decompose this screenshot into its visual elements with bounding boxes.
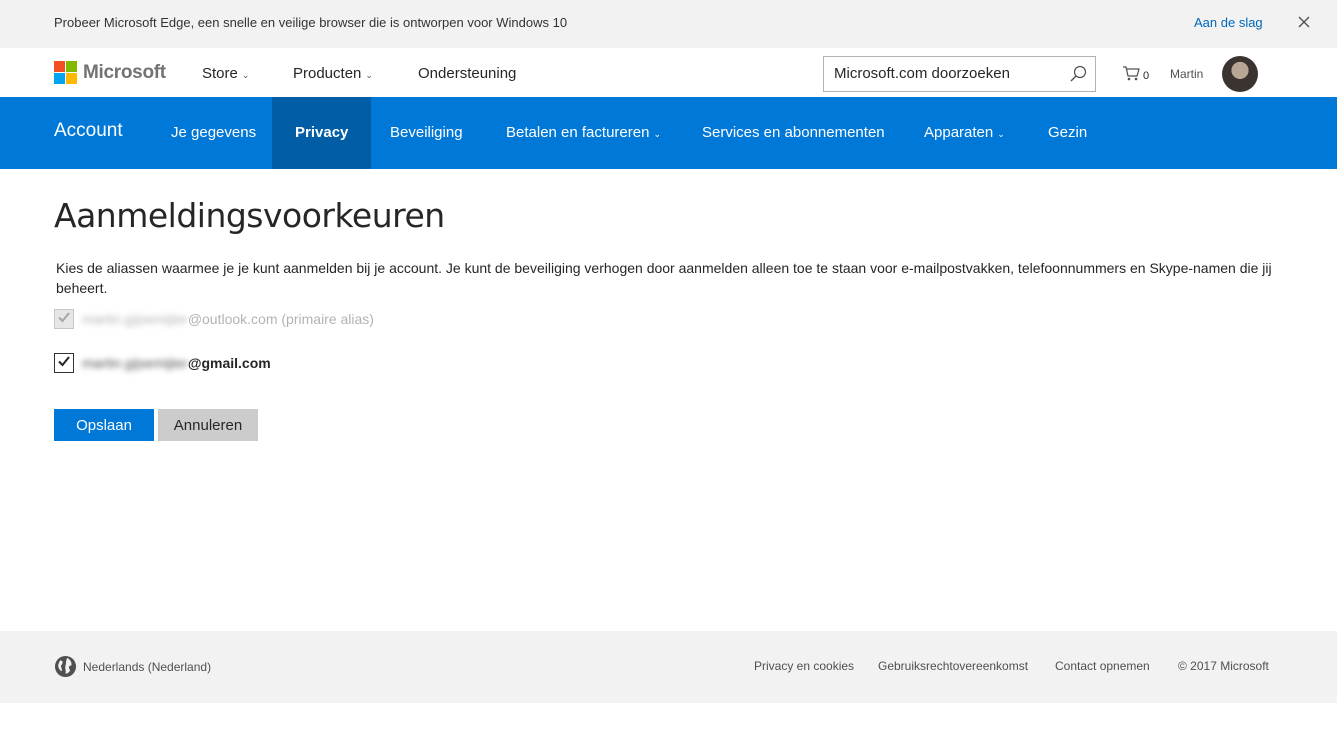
search-icon[interactable] — [1069, 65, 1087, 83]
brand-name: Microsoft — [83, 61, 166, 83]
footer-link-terms[interactable]: Gebruiksrechtovereenkomst — [878, 659, 1028, 673]
alias-label-primary: martin.gijsemijter@outlook.com (primaire… — [82, 311, 374, 327]
search-box — [823, 56, 1096, 92]
user-name[interactable]: Martin — [1170, 67, 1203, 81]
nav-store[interactable]: Store ⌄ — [202, 65, 249, 82]
checkmark-icon — [57, 310, 71, 329]
alias-row-gmail: martin.gijsemijter@gmail.com — [54, 353, 271, 373]
alias-row-primary: martin.gijsemijter@outlook.com (primaire… — [54, 309, 374, 329]
cart-icon — [1122, 65, 1140, 86]
redacted-username: martin.gijsemijter — [82, 311, 188, 327]
microsoft-logo-icon — [54, 61, 77, 84]
chevron-down-icon: ⌄ — [365, 70, 373, 80]
account-title[interactable]: Account — [54, 120, 123, 142]
tab-payment-billing-label: Betalen en factureren — [506, 124, 650, 141]
edge-promo-banner: Probeer Microsoft Edge, een snelle en ve… — [0, 0, 1337, 48]
nav-products[interactable]: Producten ⌄ — [293, 65, 373, 82]
banner-text: Probeer Microsoft Edge, een snelle en ve… — [54, 15, 568, 30]
tab-security[interactable]: Beveiliging — [390, 97, 463, 169]
tab-devices-label: Apparaten — [924, 124, 994, 141]
copyright: © 2017 Microsoft — [1178, 659, 1269, 673]
microsoft-logo[interactable]: Microsoft — [54, 61, 166, 84]
tab-services-subscriptions[interactable]: Services en abonnementen — [702, 97, 885, 169]
checkmark-icon — [57, 354, 71, 373]
alias-checkbox-primary — [54, 309, 74, 329]
site-header: Microsoft Store ⌄ Producten ⌄ Ondersteunin… — [0, 48, 1337, 97]
locale-selector[interactable]: Nederlands (Nederland) — [54, 655, 211, 678]
search-input[interactable] — [834, 65, 1059, 82]
account-nav: Account Je gegevens Privacy Beveiliging … — [0, 97, 1337, 169]
page-description: Kies de aliassen waarmee je je kunt aanm… — [56, 260, 1272, 296]
locale-label: Nederlands (Nederland) — [83, 659, 212, 674]
alias-checkbox-gmail[interactable] — [54, 353, 74, 373]
avatar[interactable] — [1222, 56, 1258, 92]
chevron-down-icon: ⌄ — [997, 129, 1005, 139]
nav-support-label: Ondersteuning — [418, 65, 517, 82]
chevron-down-icon: ⌄ — [653, 129, 661, 139]
page-title: Aanmeldingsvoorkeuren — [54, 196, 445, 235]
banner-get-started-link[interactable]: Aan de slag — [1194, 15, 1263, 30]
nav-store-label: Store — [202, 65, 238, 82]
redacted-username: martin.gijsemijter — [82, 355, 188, 371]
cart-button[interactable]: 0 — [1122, 65, 1149, 86]
tab-family[interactable]: Gezin — [1048, 97, 1087, 169]
chevron-down-icon: ⌄ — [241, 70, 250, 80]
tab-payment-billing[interactable]: Betalen en factureren ⌄ — [506, 97, 661, 169]
tab-privacy[interactable]: Privacy — [272, 97, 372, 169]
globe-icon — [54, 655, 77, 678]
nav-products-label: Producten — [293, 65, 362, 82]
alias-label-gmail[interactable]: martin.gijsemijter@gmail.com — [82, 355, 271, 371]
tab-personal-info[interactable]: Je gegevens — [171, 97, 256, 169]
close-icon[interactable] — [1296, 14, 1312, 30]
footer-link-privacy[interactable]: Privacy en cookies — [754, 659, 854, 673]
site-footer: Nederlands (Nederland) Privacy en cookie… — [0, 631, 1337, 703]
footer-link-contact[interactable]: Contact opnemen — [1055, 659, 1150, 673]
cancel-button[interactable]: Annuleren — [158, 409, 258, 441]
save-button[interactable]: Opslaan — [54, 409, 154, 441]
alias-domain-gmail: @gmail.com — [187, 355, 271, 371]
cart-count: 0 — [1143, 69, 1150, 82]
alias-domain-primary: @outlook.com (primaire alias) — [187, 311, 374, 327]
nav-support[interactable]: Ondersteuning — [418, 65, 516, 82]
tab-devices[interactable]: Apparaten ⌄ — [924, 97, 1005, 169]
